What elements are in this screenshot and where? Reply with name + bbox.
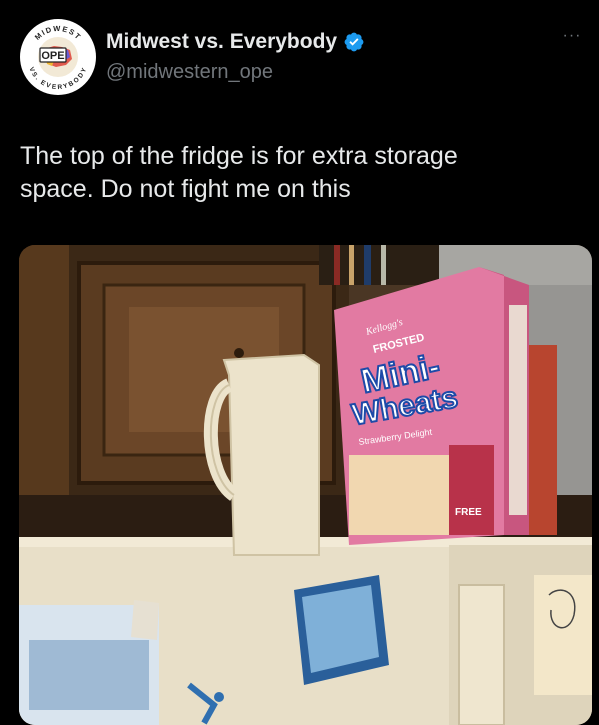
cereal-promo: FREE	[455, 507, 482, 518]
display-name-row[interactable]: Midwest vs. Everybody	[106, 30, 365, 54]
fridge-handle	[458, 584, 505, 725]
avatar-logo: MIDWEST VS. EVERYBODY OPE	[21, 20, 95, 94]
tweet-text-line-2: space. Do not fight me on this	[20, 175, 351, 203]
display-name[interactable]: Midwest vs. Everybody	[106, 30, 337, 54]
verified-badge-icon	[344, 32, 364, 52]
pitcher	[222, 353, 320, 556]
tweet-text-line-1: The top of the fridge is for extra stora…	[20, 142, 458, 170]
tweet-photo[interactable]: Kellogg's FROSTED Mini- Wheats Strawberr…	[19, 245, 592, 725]
fridge-drawing	[534, 575, 592, 695]
cereal-box: Kellogg's FROSTED Mini- Wheats Strawberr…	[334, 267, 529, 545]
tweet-text: The top of the fridge is for extra stora…	[20, 140, 580, 206]
handle[interactable]: @midwestern_ope	[106, 61, 273, 84]
more-options-icon[interactable]: ···	[559, 28, 585, 44]
avatar[interactable]: MIDWEST VS. EVERYBODY OPE	[20, 19, 96, 95]
cabinet-knob	[234, 348, 244, 358]
avatar-center-text: OPE	[41, 50, 64, 62]
fridge-photo-illustration: Kellogg's FROSTED Mini- Wheats Strawberr…	[19, 245, 592, 725]
